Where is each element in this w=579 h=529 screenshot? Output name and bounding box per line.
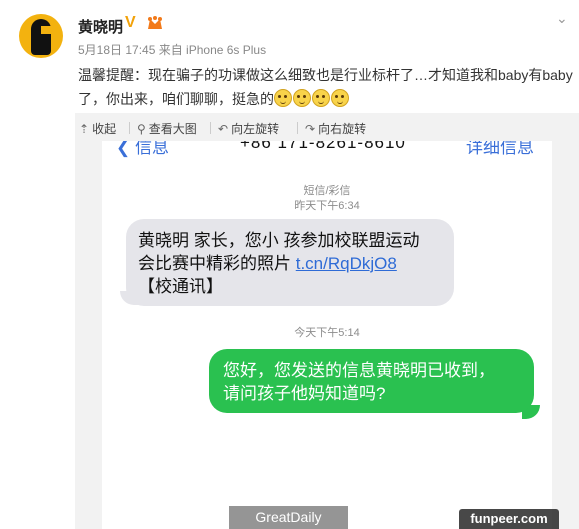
rotate-right-button[interactable]: ↷ 向右旋转 (305, 120, 366, 137)
sms-type-label: 短信/彩信 (303, 185, 351, 197)
timestamp-yesterday: 昨天下午6:34 (294, 200, 360, 212)
magnifier-icon: ⚲ (137, 121, 146, 136)
arrow-up-icon: ⇡ (79, 121, 90, 136)
emoji-icon (312, 89, 330, 107)
back-button: ❮ 信息 (116, 141, 169, 157)
author-name[interactable]: 黄晓明 (78, 16, 123, 37)
divider (210, 122, 211, 134)
chevron-down-icon[interactable]: ⌄ (556, 10, 568, 27)
watermark-funpeer: funpeer.com (459, 509, 559, 529)
messages-nav-bar: ❮ 信息 +86 171-8261-8610 详细信息 (102, 141, 552, 157)
short-link: t.cn/RqDkjO8 (295, 254, 397, 273)
post-meta: 5月18日 17:45 来自 iPhone 6s Plus (78, 43, 267, 57)
sms-screenshot[interactable]: ❮ 信息 +86 171-8261-8610 详细信息 短信/彩信 昨天下午6:… (102, 141, 552, 529)
avatar-silhouette (31, 19, 51, 55)
member-level-icon (148, 16, 162, 29)
timestamp-today: 今天下午5:14 (294, 327, 360, 339)
divider (297, 122, 298, 134)
collapse-button[interactable]: ⇡ 收起 (79, 120, 116, 137)
phone-number: +86 171-8261-8610 (240, 141, 406, 152)
verified-icon: V (125, 14, 136, 31)
watermark-greatdaily: GreatDaily (229, 506, 348, 529)
outgoing-message: 您好，您发送的信息黄晓明已收到， 请问孩子他妈知道吗? (209, 349, 534, 413)
details-button: 详细信息 (466, 141, 534, 157)
emoji-icon (293, 89, 311, 107)
avatar[interactable] (19, 14, 63, 58)
emoji-icon (274, 89, 292, 107)
incoming-message: 黄晓明 家长，您小 孩参加校联盟运动 会比赛中精彩的照片 t.cn/RqDkjO… (126, 219, 454, 306)
image-toolbar: ⇡ 收起 ⚲ 查看大图 ↶ 向左旋转 ↷ 向右旋转 (75, 113, 579, 141)
divider (129, 122, 130, 134)
post-text: 温馨提醒：现在骗子的功课做这么细致也是行业标杆了…才知道我和baby有baby了… (78, 63, 574, 111)
image-viewer: ⇡ 收起 ⚲ 查看大图 ↶ 向左旋转 ↷ 向右旋转 ❮ 信息 +86 171-8… (75, 113, 579, 529)
emoji-group (274, 89, 350, 107)
emoji-icon (331, 89, 349, 107)
rotate-left-button[interactable]: ↶ 向左旋转 (218, 120, 279, 137)
rotate-left-icon: ↶ (218, 121, 229, 136)
rotate-right-icon: ↷ (305, 121, 316, 136)
view-large-button[interactable]: ⚲ 查看大图 (137, 120, 197, 137)
